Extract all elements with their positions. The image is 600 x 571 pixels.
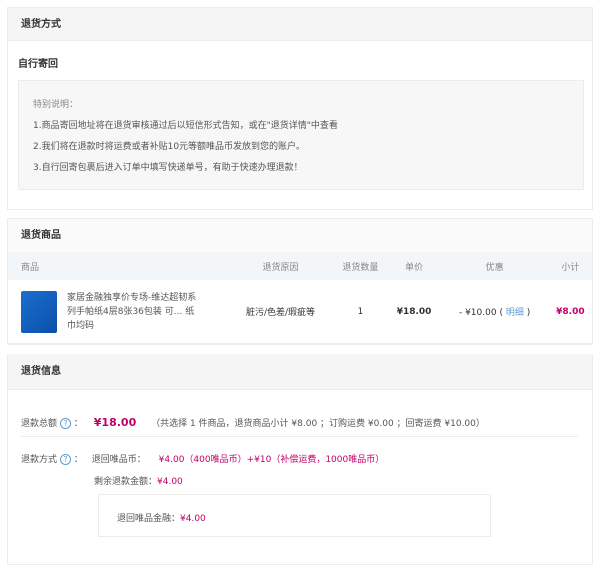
- return-goods-section: 退货商品 商品 退货原因 退货数量 单价 优惠 小计 家居金融独享价专场-维达超…: [7, 218, 593, 345]
- discount: - ¥10.00: [458, 308, 497, 319]
- discount-cell: - ¥10.00 ( 明细 ): [440, 280, 549, 345]
- col-header: 商品: [8, 252, 228, 280]
- col-header: 单价: [387, 252, 441, 280]
- col-header: 退货数量: [332, 252, 388, 280]
- note-item: 3.自行回寄包裹后进入订单中填写快递单号，有助于快速办理退款！: [33, 163, 303, 173]
- return-info-section: 退货信息 退款总额? ： ¥18.00 （共选择 1 件商品，退货商品小计 ¥8…: [7, 354, 593, 565]
- col-header: 退货原因: [228, 252, 333, 280]
- col-header: 优惠: [440, 252, 549, 280]
- section-title: 退货方式: [8, 8, 592, 41]
- col-header: 小计: [548, 252, 592, 280]
- method-subtitle: 自行寄回: [18, 59, 58, 70]
- refund-method-row: 退款方式? ： 退回唯品币： ¥4.00（400唯品币）+¥10（补偿运费，10…: [21, 452, 384, 465]
- note-item: 2.我们将在退款时将运费或者补贴10元等额唯品币发放到您的账户。: [33, 142, 306, 152]
- return-qty: 1: [332, 280, 388, 345]
- colon: ：: [73, 455, 83, 465]
- detail-link[interactable]: 明细: [506, 308, 524, 318]
- total-value: ¥18.00: [93, 416, 137, 429]
- product-image[interactable]: [21, 290, 57, 333]
- method-label: 退款方式: [21, 455, 58, 465]
- colon: ：: [73, 419, 83, 429]
- remain-value: ¥4.00: [157, 477, 183, 487]
- divider: [21, 436, 578, 437]
- refund-total-row: 退款总额? ： ¥18.00 （共选择 1 件商品，退货商品小计 ¥8.00 ；…: [21, 416, 485, 429]
- subtotal: ¥8.00: [548, 280, 592, 345]
- help-icon[interactable]: ?: [60, 418, 72, 429]
- return-reason: 脏污/色差/瑕疵等: [228, 280, 333, 345]
- remain-row: 剩余退款金额：¥4.00: [94, 474, 183, 487]
- special-note-box: 特别说明： 1.商品寄回地址将在退货审核通过后以短信形式告知，或在"退货详情"中…: [18, 80, 584, 190]
- table-row: 家居金融独享价专场-维达超韧系列手帕纸4层8张36包装 可... 纸巾均码 脏污…: [8, 280, 592, 345]
- unit-price: ¥18.00: [387, 280, 441, 345]
- help-icon[interactable]: ?: [60, 454, 72, 465]
- total-label: 退款总额: [21, 419, 58, 429]
- note-item: 1.商品寄回地址将在退货审核通过后以短信形式告知，或在"退货详情"中查看: [33, 121, 338, 131]
- coin-value: ¥4.00（400唯品币）+¥10（补偿运费，1000唯品币）: [158, 455, 385, 465]
- note-title: 特别说明：: [33, 100, 79, 110]
- finance-label: 退回唯品金融：: [117, 514, 181, 524]
- return-method-section: 退货方式 自行寄回 特别说明： 1.商品寄回地址将在退货审核通过后以短信形式告知…: [7, 7, 593, 210]
- product-name[interactable]: 家居金融独享价专场-维达超韧系列手帕纸4层8张36包装 可... 纸巾均码: [67, 291, 197, 333]
- section-title: 退货商品: [8, 219, 592, 252]
- goods-table: 商品 退货原因 退货数量 单价 优惠 小计 家居金融独享价专场-维达超韧系列手帕…: [8, 252, 592, 345]
- remain-label: 剩余退款金额：: [94, 477, 158, 487]
- total-desc: （共选择 1 件商品，退货商品小计 ¥8.00 ；订购运费 ¥0.00 ；回寄运…: [151, 419, 485, 429]
- finance-box: 退回唯品金融：¥4.00: [98, 494, 491, 537]
- finance-value: ¥4.00: [180, 514, 206, 524]
- section-title: 退货信息: [8, 354, 592, 390]
- coin-label: 退回唯品币：: [91, 455, 146, 465]
